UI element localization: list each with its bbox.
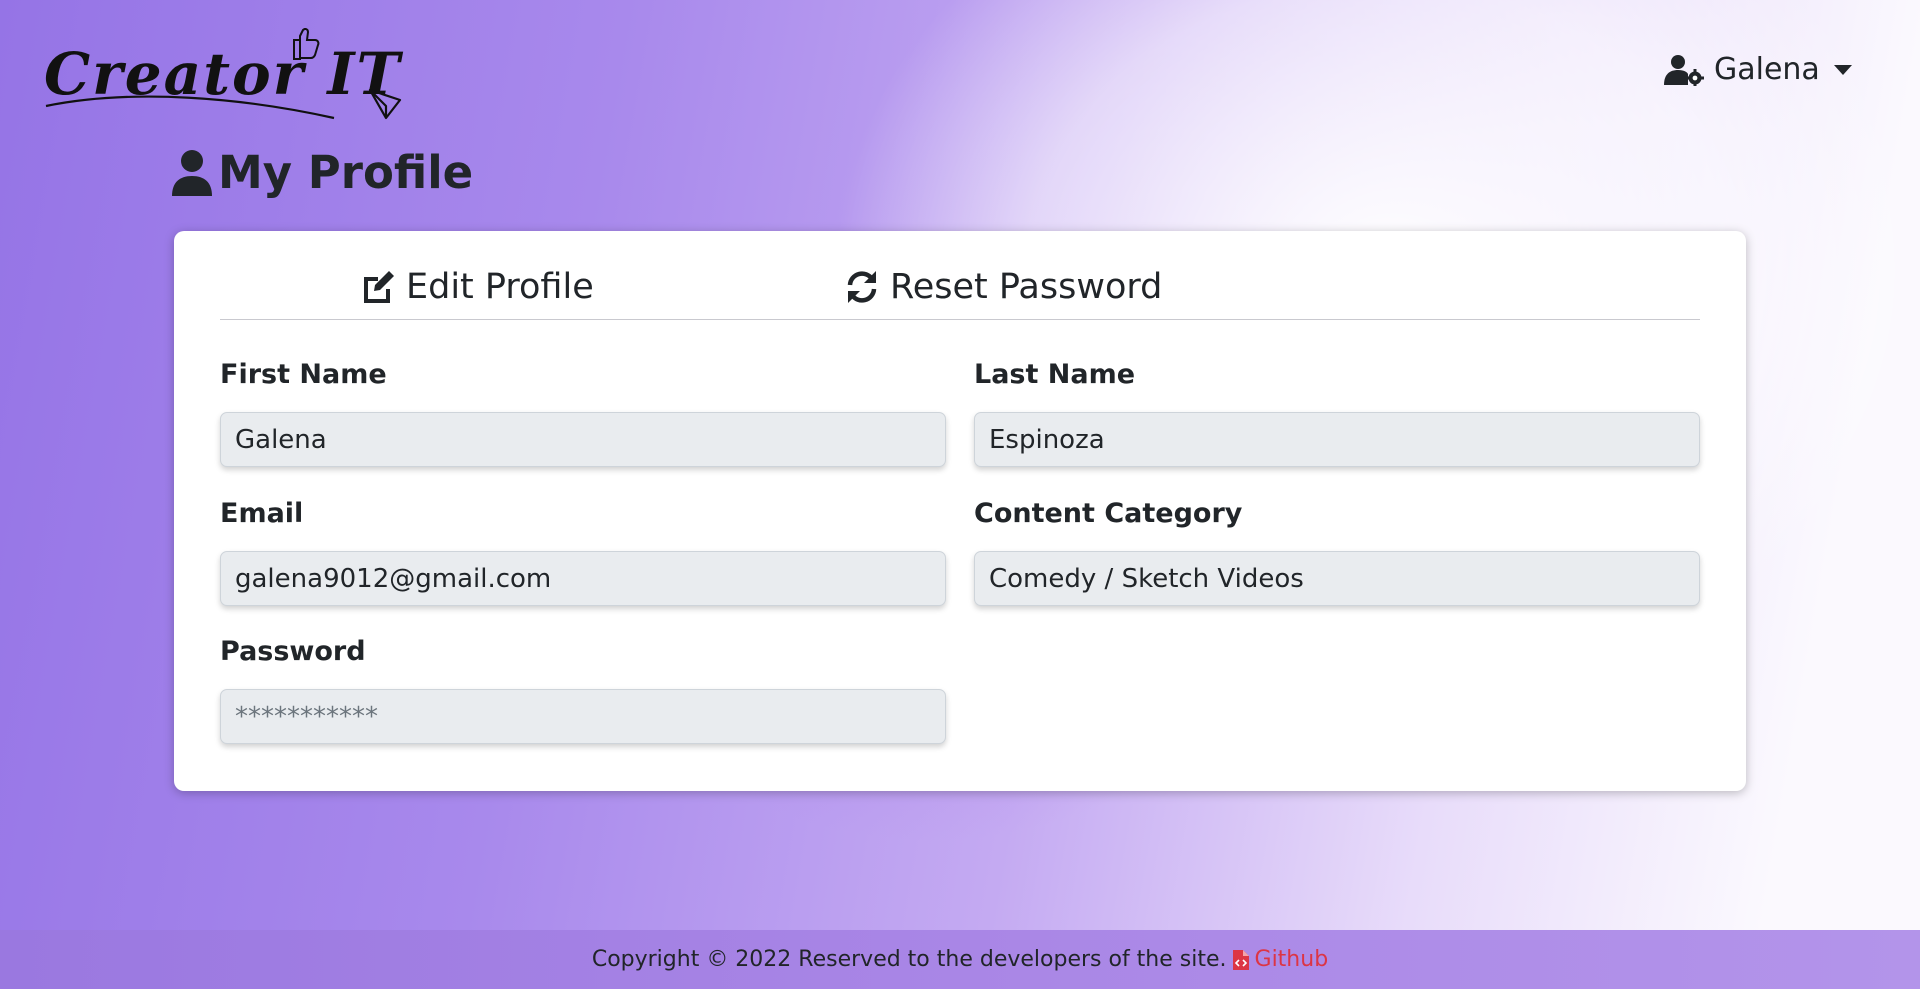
- email-field[interactable]: [220, 551, 946, 606]
- user-gear-icon: [1664, 54, 1704, 86]
- footer: Copyright © 2022 Reserved to the develop…: [0, 930, 1920, 989]
- first-name-label: First Name: [220, 359, 387, 390]
- tab-edit-profile[interactable]: Edit Profile: [360, 267, 594, 307]
- profile-tabs: Edit Profile Reset Password: [220, 263, 1700, 320]
- user-icon: [172, 149, 212, 196]
- tab-reset-password-label: Reset Password: [890, 267, 1163, 307]
- sync-icon: [847, 271, 877, 303]
- profile-card: Edit Profile Reset Password First Name L…: [174, 231, 1746, 791]
- user-menu-dropdown[interactable]: Galena: [1664, 52, 1852, 87]
- caret-down-icon: [1833, 64, 1852, 75]
- content-category-field[interactable]: [974, 551, 1700, 606]
- tab-reset-password[interactable]: Reset Password: [844, 267, 1162, 307]
- first-name-field[interactable]: [220, 412, 946, 467]
- tab-edit-profile-label: Edit Profile: [406, 267, 594, 307]
- last-name-field[interactable]: [974, 412, 1700, 467]
- logo-swoosh: [45, 95, 335, 120]
- last-name-label: Last Name: [974, 359, 1136, 390]
- thumbs-up-icon: [293, 28, 320, 60]
- paper-plane-icon: [368, 88, 402, 120]
- edit-icon: [364, 271, 394, 303]
- page-title: My Profile: [172, 146, 473, 199]
- file-code-icon: [1232, 949, 1249, 970]
- email-label: Email: [220, 498, 304, 529]
- password-label: Password: [220, 636, 366, 667]
- footer-copyright: Copyright © 2022 Reserved to the develop…: [591, 947, 1227, 972]
- password-field[interactable]: [220, 689, 946, 744]
- page-title-text: My Profile: [218, 146, 474, 199]
- user-name: Galena: [1714, 52, 1820, 87]
- site-logo[interactable]: Creator IT: [44, 28, 404, 124]
- github-link-label: Github: [1254, 947, 1329, 972]
- content-category-label: Content Category: [974, 498, 1243, 529]
- logo-decoration: [45, 28, 402, 120]
- github-link[interactable]: Github: [1232, 947, 1329, 972]
